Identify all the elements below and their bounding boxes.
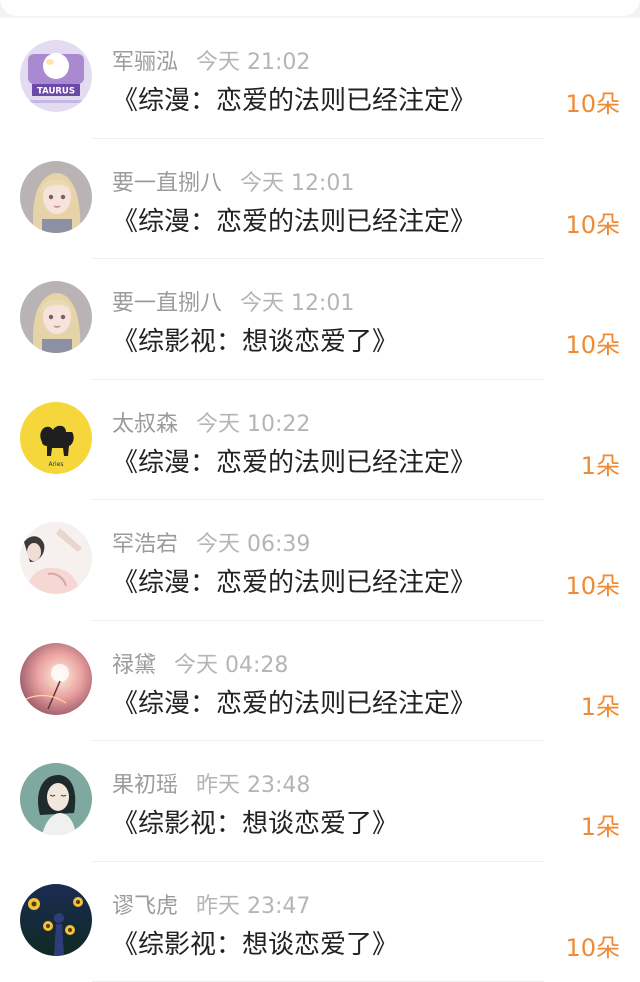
user-name[interactable]: 要一直捌八 (112, 171, 222, 196)
flower-count: 10朵 (565, 325, 620, 360)
meta: 要一直捌八今天 12:01 (112, 285, 354, 317)
timestamp: 今天 10:22 (196, 412, 310, 437)
flower-count: 10朵 (565, 84, 620, 119)
book-title[interactable]: 《综漫：恋爱的法则已经注定》 (112, 80, 476, 117)
book-title[interactable]: 《综漫：恋爱的法则已经注定》 (112, 442, 476, 479)
flower-count: 10朵 (565, 566, 620, 601)
avatar-text: Aries (48, 461, 63, 468)
gift-list: TAURUS 军骊泓今天 21:02 《综漫：恋爱的法则已经注定》 10朵 (0, 18, 640, 982)
meta: 罕浩宕今天 06:39 (112, 526, 310, 558)
flower-count: 1朵 (581, 807, 620, 842)
meta: 太叔森今天 10:22 (112, 406, 310, 438)
anime-girl-avatar-icon[interactable] (20, 161, 92, 233)
meta: 果初瑶昨天 23:48 (112, 767, 310, 799)
book-title[interactable]: 《综影视：想谈恋爱了》 (112, 924, 398, 961)
flower-count: 10朵 (565, 205, 620, 240)
meta: 要一直捌八今天 12:01 (112, 165, 354, 197)
flower-count: 1朵 (581, 687, 620, 722)
top-card (0, 0, 640, 16)
dandelion-avatar-icon[interactable] (20, 643, 92, 715)
timestamp: 今天 21:02 (196, 50, 310, 75)
aries-avatar-icon[interactable]: Aries (20, 402, 92, 474)
book-title[interactable]: 《综漫：恋爱的法则已经注定》 (112, 683, 476, 720)
list-item[interactable]: 谬飞虎昨天 23:47 《综影视：想谈恋爱了》 10朵 (0, 862, 640, 982)
avatar-text: TAURUS (37, 87, 75, 97)
list-item[interactable]: TAURUS 军骊泓今天 21:02 《综漫：恋爱的法则已经注定》 10朵 (0, 18, 640, 139)
sketch-girl-avatar-icon[interactable] (20, 522, 92, 594)
list-item[interactable]: 禄黛今天 04:28 《综漫：恋爱的法则已经注定》 1朵 (0, 621, 640, 742)
user-name[interactable]: 谬飞虎 (112, 894, 178, 919)
user-name[interactable]: 太叔森 (112, 412, 178, 437)
user-name[interactable]: 果初瑶 (112, 773, 178, 798)
meta: 军骊泓今天 21:02 (112, 44, 310, 76)
user-name[interactable]: 禄黛 (112, 653, 156, 678)
timestamp: 昨天 23:47 (196, 894, 310, 919)
book-title[interactable]: 《综影视：想谈恋爱了》 (112, 803, 398, 840)
book-title[interactable]: 《综漫：恋爱的法则已经注定》 (112, 201, 476, 238)
flower-count: 1朵 (581, 446, 620, 481)
anime-girl-avatar-icon[interactable] (20, 281, 92, 353)
list-item[interactable]: 罕浩宕今天 06:39 《综漫：恋爱的法则已经注定》 10朵 (0, 500, 640, 621)
timestamp: 昨天 23:48 (196, 773, 310, 798)
list-item[interactable]: Aries 太叔森今天 10:22 《综漫：恋爱的法则已经注定》 1朵 (0, 380, 640, 501)
list-item[interactable]: 要一直捌八今天 12:01 《综漫：恋爱的法则已经注定》 10朵 (0, 139, 640, 260)
timestamp: 今天 06:39 (196, 532, 310, 557)
meta: 谬飞虎昨天 23:47 (112, 888, 310, 920)
timestamp: 今天 04:28 (174, 653, 288, 678)
list-item[interactable]: 要一直捌八今天 12:01 《综影视：想谈恋爱了》 10朵 (0, 259, 640, 380)
user-name[interactable]: 要一直捌八 (112, 291, 222, 316)
sunflower-night-avatar-icon[interactable] (20, 884, 92, 956)
list-item[interactable]: 果初瑶昨天 23:48 《综影视：想谈恋爱了》 1朵 (0, 741, 640, 862)
flower-count: 10朵 (565, 928, 620, 963)
taurus-avatar-icon[interactable]: TAURUS (20, 40, 92, 112)
teal-girl-avatar-icon[interactable] (20, 763, 92, 835)
user-name[interactable]: 军骊泓 (112, 50, 178, 75)
user-name[interactable]: 罕浩宕 (112, 532, 178, 557)
timestamp: 今天 12:01 (240, 171, 354, 196)
book-title[interactable]: 《综漫：恋爱的法则已经注定》 (112, 562, 476, 599)
timestamp: 今天 12:01 (240, 291, 354, 316)
meta: 禄黛今天 04:28 (112, 647, 288, 679)
book-title[interactable]: 《综影视：想谈恋爱了》 (112, 321, 398, 358)
